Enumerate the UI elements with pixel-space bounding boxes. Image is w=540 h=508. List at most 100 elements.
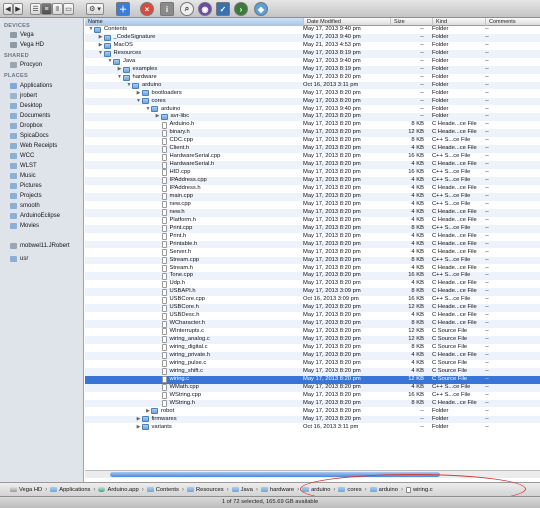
file-row[interactable]: Print.h May 17, 2013 8:20 pm 4 KB C Heade..… xyxy=(85,233,540,241)
file-row[interactable]: USBCore.h May 17, 2013 8:20 pm 12 KB C Head… xyxy=(85,304,540,313)
sidebar-item-movies[interactable]: Movies xyxy=(10,221,39,230)
file-row[interactable]: Udp.h May 17, 2013 8:20 pm 4 KB C Heade...c… xyxy=(85,280,540,288)
file-row[interactable]: ▼ arduino Oct 16, 2013 3:11 pm -- Folder -- xyxy=(85,81,540,90)
sidebar-item-pictures[interactable]: Pictures xyxy=(10,181,42,190)
path-crumb[interactable]: Arduino.app xyxy=(98,487,139,493)
column-header-size[interactable]: Size xyxy=(390,18,432,26)
file-row[interactable]: USBDesc.h May 17, 2013 8:20 pm 4 KB C Heade… xyxy=(85,312,540,320)
get-info-icon[interactable]: i xyxy=(160,2,174,16)
sidebar-item-usr[interactable]: usr xyxy=(10,254,28,263)
disclosure-collapsed-icon[interactable]: ▶ xyxy=(136,90,142,98)
file-row[interactable]: Arduino.h May 17, 2013 8:20 pm 8 KB C Heade… xyxy=(85,121,540,129)
file-row[interactable]: ▶ MacOS May 21, 2013 4:53 pm -- Folder -- xyxy=(85,42,540,50)
file-row[interactable]: wiring_analog.c May 17, 2013 8:20 pm 12 KB… xyxy=(85,336,540,344)
path-crumb[interactable]: Applications xyxy=(50,487,90,493)
file-row[interactable]: CDC.cpp May 17, 2013 8:20 pm 8 KB C++ S...c… xyxy=(85,137,540,145)
scrollbar-thumb[interactable] xyxy=(110,472,440,477)
forward-button[interactable]: ▶ xyxy=(13,3,23,15)
path-crumb[interactable]: Vega HD xyxy=(10,487,42,493)
file-row[interactable]: new.h May 17, 2013 8:20 pm 4 KB C Heade...c… xyxy=(85,208,540,217)
disclosure-collapsed-icon[interactable]: ▶ xyxy=(155,113,161,121)
file-row[interactable]: HardwareSerial.h May 17, 2013 8:20 pm 4 KB… xyxy=(85,161,540,169)
stop-icon[interactable]: × xyxy=(140,2,154,16)
path-crumb[interactable]: wiring.c xyxy=(405,486,433,493)
file-row[interactable]: binary.h May 17, 2013 8:20 pm 12 KB C Heade… xyxy=(85,129,540,138)
file-row[interactable]: wiring_pulse.c May 17, 2013 8:20 pm 4 KB C … xyxy=(85,360,540,368)
file-row[interactable]: Stream.h May 17, 2013 8:20 pm 4 KB C Heade.… xyxy=(85,265,540,273)
file-row[interactable]: WMath.cpp May 17, 2013 8:20 pm 4 KB C++ S..… xyxy=(85,383,540,392)
quick-look-icon[interactable]: ◉ xyxy=(198,2,212,16)
dropbox-icon[interactable]: ◆ xyxy=(254,2,268,16)
file-row[interactable]: Server.h May 17, 2013 8:20 pm 4 KB C Heade.… xyxy=(85,249,540,257)
file-row[interactable]: USBAPI.h May 17, 2013 3:09 pm 8 KB C Heade.… xyxy=(85,288,540,297)
action-menu-button[interactable]: ⚙ ▾ xyxy=(86,3,104,15)
sidebar-item-documents[interactable]: Documents xyxy=(10,111,50,120)
disclosure-expanded-icon[interactable]: ▼ xyxy=(98,50,104,58)
sidebar-item-jrobert[interactable]: jrobert xyxy=(10,91,37,100)
sidebar-item-procyon[interactable]: Procyon xyxy=(10,60,42,69)
file-row[interactable]: ▶ variants Oct 16, 2013 3:11 pm -- Folder -- xyxy=(85,424,540,432)
file-row[interactable]: ▼ Resources May 17, 2013 8:19 pm -- Folder -- xyxy=(85,49,540,58)
column-view-button[interactable]: ||| xyxy=(52,3,63,15)
horizontal-scrollbar[interactable] xyxy=(85,470,540,478)
disclosure-collapsed-icon[interactable]: ▶ xyxy=(98,34,104,42)
sidebar-item-dropbox[interactable]: Dropbox xyxy=(10,121,43,130)
file-row[interactable]: WString.cpp May 17, 2013 8:20 pm 16 KB C++ … xyxy=(85,392,540,400)
file-row[interactable]: ▼ Java May 17, 2013 9:40 pm -- Folder -- xyxy=(85,58,540,66)
sidebar-item-spicadocs[interactable]: SpicaDocs xyxy=(10,131,49,140)
path-crumb[interactable]: hardware xyxy=(260,487,294,493)
back-button[interactable]: ◀ xyxy=(3,3,13,15)
file-row[interactable]: ▼ arduino May 17, 2013 9:40 pm -- Folder -- xyxy=(85,106,540,114)
file-row[interactable]: ▶ _CodeSignature May 17, 2013 9:40 pm -- Fol… xyxy=(85,33,540,42)
file-row[interactable]: Client.h May 17, 2013 8:20 pm 4 KB C Heade.… xyxy=(85,145,540,154)
file-row[interactable]: ▶ avr-libc May 17, 2013 8:20 pm -- Folder -- xyxy=(85,113,540,122)
file-row[interactable]: WCharacter.h May 17, 2013 8:20 pm 8 KB C He… xyxy=(85,320,540,328)
file-row[interactable]: ▶ firmwares May 17, 2013 8:20 pm -- Folder -- xyxy=(85,415,540,424)
file-row[interactable]: WString.h May 17, 2013 8:20 pm 8 KB C Heade… xyxy=(85,399,540,408)
list-view-button[interactable]: ≡ xyxy=(41,3,52,15)
sidebar-item-music[interactable]: Music xyxy=(10,171,36,180)
sidebar-item-desktop[interactable]: Desktop xyxy=(10,101,42,110)
file-row[interactable]: wiring_private.h May 17, 2013 8:20 pm 4 KB… xyxy=(85,351,540,360)
file-row[interactable]: ▼ Contents May 17, 2013 9:40 pm -- Folder -- xyxy=(85,26,540,34)
file-row[interactable]: IPAddress.h May 17, 2013 8:20 pm 4 KB C Hea… xyxy=(85,185,540,193)
file-row[interactable]: HardwareSerial.cpp May 17, 2013 8:20 pm 16… xyxy=(85,153,540,161)
sidebar-item-wlst[interactable]: WLST xyxy=(10,161,37,170)
file-row[interactable]: ▶ bootloaders May 17, 2013 8:20 pm -- Folder… xyxy=(85,90,540,98)
disclosure-collapsed-icon[interactable]: ▶ xyxy=(136,424,142,432)
coverflow-view-button[interactable]: ▭ xyxy=(63,3,74,15)
file-row[interactable]: new.cpp May 17, 2013 8:20 pm 4 KB C++ S...c… xyxy=(85,201,540,209)
file-row[interactable]: IPAddress.cpp May 17, 2013 8:20 pm 4 KB C++… xyxy=(85,177,540,185)
file-row[interactable]: Printable.h May 17, 2013 8:20 pm 4 KB C Hea… xyxy=(85,240,540,249)
column-header-comments[interactable]: Comments xyxy=(485,18,540,26)
file-row[interactable]: ▼ hardware May 17, 2013 8:20 pm -- Folder -- xyxy=(85,74,540,82)
file-row[interactable]: HID.cpp May 17, 2013 8:20 pm 16 KB C++ S...… xyxy=(85,169,540,177)
sidebar-item-wcc[interactable]: WCC xyxy=(10,151,34,160)
disclosure-collapsed-icon[interactable]: ▶ xyxy=(117,66,123,74)
search-icon[interactable]: ⌕ xyxy=(180,2,194,16)
path-crumb[interactable]: Contents xyxy=(146,487,179,493)
file-row[interactable]: wiring_shift.c May 17, 2013 8:20 pm 4 KB C … xyxy=(85,367,540,376)
path-crumb[interactable]: arduino xyxy=(302,487,330,493)
file-row[interactable]: wiring_digital.c May 17, 2013 8:20 pm 8 KB… xyxy=(85,344,540,352)
icon-view-button[interactable]: ☰ xyxy=(30,3,41,15)
terminal-icon[interactable]: › xyxy=(234,2,248,16)
path-crumb[interactable]: Resources xyxy=(186,487,224,493)
file-row[interactable]: ▶ robot May 17, 2013 8:20 pm -- Folder -- xyxy=(85,408,540,416)
column-header-kind[interactable]: Kind xyxy=(432,18,485,26)
path-crumb[interactable]: arduino xyxy=(369,487,398,493)
disclosure-collapsed-icon[interactable]: ▶ xyxy=(136,416,142,424)
column-header-date-modified[interactable]: Date Modified xyxy=(303,18,390,26)
sidebar-item-arduinoeclipse[interactable]: ArduinoEclipse xyxy=(10,211,60,220)
file-row[interactable]: main.cpp May 17, 2013 8:20 pm 4 KB C++ S...… xyxy=(85,192,540,201)
sidebar-item-vega[interactable]: Vega xyxy=(10,30,34,39)
sidebar-item-web-receipts[interactable]: Web Receipts xyxy=(10,141,57,150)
file-row[interactable]: WInterrupts.c May 17, 2013 8:20 pm 12 KB C … xyxy=(85,328,540,336)
disclosure-expanded-icon[interactable]: ▼ xyxy=(136,98,142,106)
file-row[interactable]: ▶ examples May 17, 2013 8:19 pm -- Folder -- xyxy=(85,65,540,74)
file-row[interactable]: wiring.c May 17, 2013 8:20 pm 12 KB C Sourc… xyxy=(85,375,540,384)
path-crumb[interactable]: cores xyxy=(338,487,362,493)
path-crumb[interactable]: Java xyxy=(231,487,253,493)
sidebar-item-applications[interactable]: Applications xyxy=(10,81,52,90)
disclosure-expanded-icon[interactable]: ▼ xyxy=(117,74,123,82)
